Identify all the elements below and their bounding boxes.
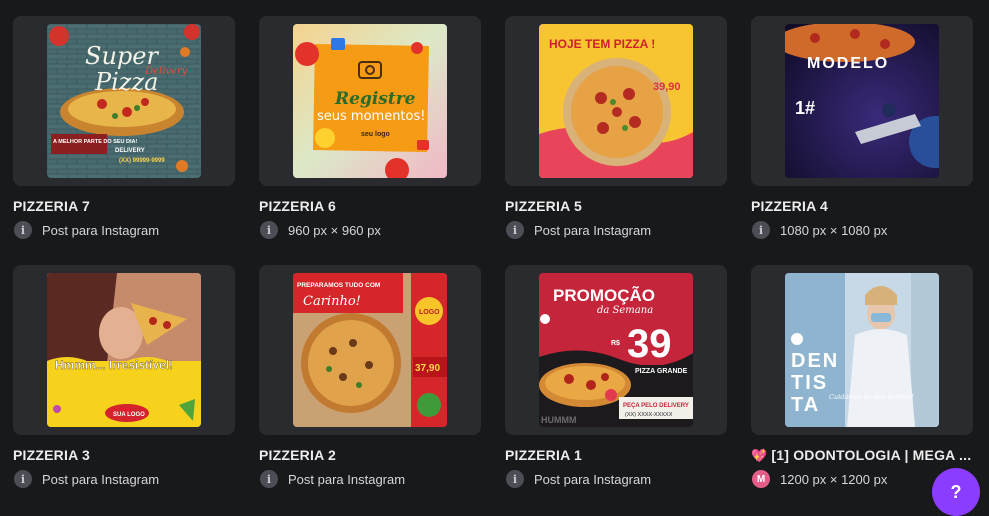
thumbnail-frame[interactable]: Registre seus momentos! seu logo bbox=[259, 16, 481, 186]
thumbnail-pizzeria-5[interactable]: HOJE TEM PIZZA ! 39,90 bbox=[539, 24, 693, 178]
design-meta-text: Post para Instagram bbox=[534, 222, 652, 238]
odontologia-artwork: DEN TIS TA Cuidamos do seu Sorriso! bbox=[785, 273, 939, 427]
design-card[interactable]: MODELO 1# PIZZERIA 4 i 1080 px × 1080 px bbox=[751, 16, 973, 265]
info-icon[interactable]: i bbox=[506, 221, 524, 239]
thumbnail-pizzeria-6[interactable]: Registre seus momentos! seu logo bbox=[293, 24, 447, 178]
design-meta-text: 960 px × 960 px bbox=[288, 222, 381, 238]
thumb-text-hmmm: Hmmm... Irresistível! bbox=[55, 358, 173, 372]
pizzeria-4-artwork: MODELO 1# bbox=[785, 24, 939, 178]
design-meta-text: 1080 px × 1080 px bbox=[780, 222, 888, 238]
design-title[interactable]: PIZZERIA 2 bbox=[259, 447, 481, 463]
design-title[interactable]: 💖 [1] ODONTOLOGIA | MEGA ... bbox=[751, 447, 973, 464]
thumbnail-frame[interactable]: Hmmm... Irresistível! SUA LOGO bbox=[13, 265, 235, 435]
design-card[interactable]: LOGO PREPARAMOS TUDO COM Carinho! 37,90 … bbox=[259, 265, 481, 514]
thumb-text-sua-logo: SUA LOGO bbox=[113, 412, 145, 418]
thumb-text-price: 39,90 bbox=[653, 81, 681, 93]
design-title[interactable]: PIZZERIA 4 bbox=[751, 198, 973, 214]
thumb-text-humm: HUMMM bbox=[541, 415, 577, 425]
design-meta-text: Post para Instagram bbox=[42, 471, 160, 487]
design-card[interactable]: PROMOÇÃO da Semana R$ 39 PIZZA GRANDE PE… bbox=[505, 265, 727, 514]
thumb-text-ta: TA bbox=[791, 394, 820, 416]
info-icon[interactable]: i bbox=[506, 470, 524, 488]
thumbnail-frame[interactable]: Super Pizza Delivery A MELHOR PARTE DO S… bbox=[13, 16, 235, 186]
thumb-text-delivery: Delivery bbox=[144, 66, 188, 77]
thumb-text-number: 1# bbox=[795, 98, 815, 118]
thumbnail-frame[interactable]: DEN TIS TA Cuidamos do seu Sorriso! bbox=[751, 265, 973, 435]
thumb-text-price: 39 bbox=[627, 322, 672, 366]
info-icon[interactable]: i bbox=[14, 470, 32, 488]
design-title[interactable]: PIZZERIA 5 bbox=[505, 198, 727, 214]
design-card[interactable]: Registre seus momentos! seu logo PIZZERI… bbox=[259, 16, 481, 265]
pizzeria-6-artwork: Registre seus momentos! seu logo bbox=[293, 24, 447, 178]
pizzeria-1-artwork: PROMOÇÃO da Semana R$ 39 PIZZA GRANDE PE… bbox=[539, 273, 693, 427]
design-meta: i Post para Instagram bbox=[506, 220, 651, 240]
heart-icon: 💖 bbox=[751, 448, 768, 463]
thumb-text-tagline: A MELHOR PARTE DO SEU DIA! bbox=[53, 139, 138, 145]
thumbnail-pizzeria-1[interactable]: PROMOÇÃO da Semana R$ 39 PIZZA GRANDE PE… bbox=[539, 273, 693, 427]
help-button[interactable]: ? bbox=[932, 468, 980, 516]
thumbnail-pizzeria-2[interactable]: LOGO PREPARAMOS TUDO COM Carinho! 37,90 bbox=[293, 273, 447, 427]
pizzeria-7-artwork: Super Pizza Delivery A MELHOR PARTE DO S… bbox=[47, 24, 201, 178]
design-meta: i Post para Instagram bbox=[14, 469, 159, 489]
pizzeria-2-artwork: LOGO PREPARAMOS TUDO COM Carinho! 37,90 bbox=[293, 273, 447, 427]
design-card[interactable]: HOJE TEM PIZZA ! 39,90 PIZZERIA 5 i Post… bbox=[505, 16, 727, 265]
design-meta-text: Post para Instagram bbox=[288, 471, 406, 487]
design-title[interactable]: PIZZERIA 3 bbox=[13, 447, 235, 463]
thumb-text-logo: seu logo bbox=[361, 131, 390, 138]
thumb-text-tis: TIS bbox=[791, 372, 828, 394]
design-meta: i Post para Instagram bbox=[14, 220, 159, 240]
pizzeria-5-artwork: HOJE TEM PIZZA ! 39,90 bbox=[539, 24, 693, 178]
design-card[interactable]: Super Pizza Delivery A MELHOR PARTE DO S… bbox=[13, 16, 235, 265]
thumb-text-momentos: seus momentos! bbox=[317, 109, 425, 124]
thumb-text-semana: da Semana bbox=[597, 305, 653, 316]
design-meta-text: Post para Instagram bbox=[534, 471, 652, 487]
thumb-text-carinho: Carinho! bbox=[303, 294, 361, 309]
design-meta: M 1200 px × 1200 px bbox=[752, 469, 887, 489]
thumb-text-cta: PEÇA PELO DELIVERY bbox=[623, 403, 689, 409]
info-icon[interactable]: i bbox=[260, 221, 278, 239]
thumb-text-registre: Registre bbox=[334, 89, 416, 109]
design-title[interactable]: PIZZERIA 1 bbox=[505, 447, 727, 463]
design-meta: i Post para Instagram bbox=[260, 469, 405, 489]
thumb-text-modelo: MODELO bbox=[807, 55, 889, 72]
design-title[interactable]: PIZZERIA 6 bbox=[259, 198, 481, 214]
thumbnail-odontologia[interactable]: DEN TIS TA Cuidamos do seu Sorriso! bbox=[785, 273, 939, 427]
thumb-text-script: Cuidamos do seu Sorriso! bbox=[829, 393, 914, 401]
thumb-text-promocao: PROMOÇÃO bbox=[553, 285, 655, 305]
thumb-text-den: DEN bbox=[791, 350, 839, 372]
design-grid: Super Pizza Delivery A MELHOR PARTE DO S… bbox=[13, 16, 973, 514]
design-meta-text: 1200 px × 1200 px bbox=[780, 471, 888, 487]
thumbnail-frame[interactable]: PROMOÇÃO da Semana R$ 39 PIZZA GRANDE PE… bbox=[505, 265, 727, 435]
thumb-text-phone: (XX) 99999-9999 bbox=[119, 158, 165, 164]
thumbnail-pizzeria-4[interactable]: MODELO 1# bbox=[785, 24, 939, 178]
thumb-text-currency: R$ bbox=[611, 340, 620, 347]
thumbnail-frame[interactable]: MODELO 1# bbox=[751, 16, 973, 186]
thumb-text-delivery-2: DELIVERY bbox=[115, 148, 145, 154]
design-title-text: [1] ODONTOLOGIA | MEGA ... bbox=[771, 447, 972, 463]
design-meta-text: Post para Instagram bbox=[42, 222, 160, 238]
pizzeria-3-artwork: Hmmm... Irresistível! SUA LOGO bbox=[47, 273, 201, 427]
thumbnail-pizzeria-7[interactable]: Super Pizza Delivery A MELHOR PARTE DO S… bbox=[47, 24, 201, 178]
info-icon[interactable]: i bbox=[14, 221, 32, 239]
thumb-text-logo: LOGO bbox=[419, 309, 440, 316]
thumb-text-phone: (XX) XXXX-XXXXX bbox=[625, 412, 673, 418]
thumb-text-pizza-grande: PIZZA GRANDE bbox=[635, 368, 688, 375]
thumb-text-preparamos: PREPARAMOS TUDO COM bbox=[297, 282, 380, 289]
design-meta: i 1080 px × 1080 px bbox=[752, 220, 887, 240]
avatar[interactable]: M bbox=[752, 470, 770, 488]
design-meta: i Post para Instagram bbox=[506, 469, 651, 489]
thumbnail-frame[interactable]: HOJE TEM PIZZA ! 39,90 bbox=[505, 16, 727, 186]
design-title[interactable]: PIZZERIA 7 bbox=[13, 198, 235, 214]
design-card[interactable]: Hmmm... Irresistível! SUA LOGO PIZZERIA … bbox=[13, 265, 235, 514]
thumb-text-price: 37,90 bbox=[415, 363, 440, 374]
info-icon[interactable]: i bbox=[752, 221, 770, 239]
thumb-text-headline: HOJE TEM PIZZA ! bbox=[549, 37, 655, 51]
design-meta: i 960 px × 960 px bbox=[260, 220, 381, 240]
thumbnail-frame[interactable]: LOGO PREPARAMOS TUDO COM Carinho! 37,90 bbox=[259, 265, 481, 435]
info-icon[interactable]: i bbox=[260, 470, 278, 488]
thumbnail-pizzeria-3[interactable]: Hmmm... Irresistível! SUA LOGO bbox=[47, 273, 201, 427]
